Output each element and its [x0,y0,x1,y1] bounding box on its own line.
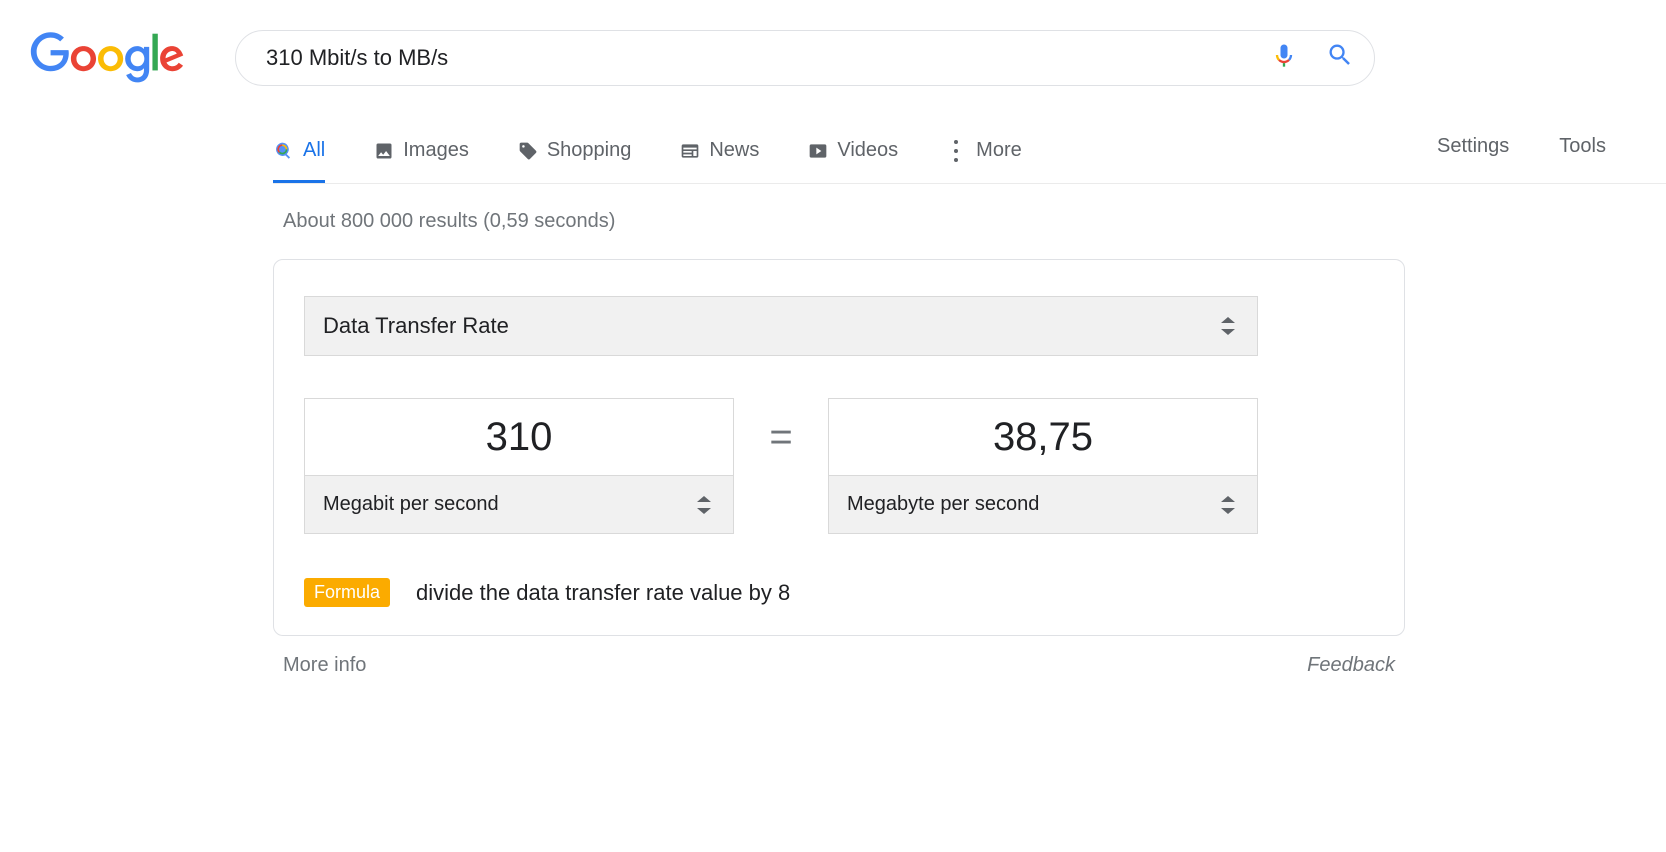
tab-news[interactable]: News [679,127,759,183]
images-icon [373,140,395,162]
tab-videos[interactable]: Videos [807,127,898,183]
videos-icon [807,140,829,162]
equals-sign: = [734,415,828,518]
converter-output-unit-label: Megabyte per second [847,493,1039,516]
chevron-updown-icon [1221,496,1235,514]
more-info-link[interactable]: More info [283,654,366,677]
chevron-updown-icon [1221,317,1235,335]
tab-images-label: Images [403,139,469,162]
settings-link[interactable]: Settings [1437,135,1509,158]
shopping-icon [517,140,539,162]
search-small-icon [273,140,295,162]
tab-all-label: All [303,139,325,162]
tools-link[interactable]: Tools [1559,135,1606,158]
microphone-icon[interactable] [1270,41,1298,74]
tab-more-label: More [976,139,1022,162]
tab-more[interactable]: More [946,127,1022,183]
formula-text: divide the data transfer rate value by 8 [416,580,790,606]
tab-images[interactable]: Images [373,127,469,183]
converter-output-value[interactable] [828,398,1258,476]
search-input[interactable] [266,45,1270,71]
search-icon[interactable] [1326,41,1354,74]
news-icon [679,140,701,162]
converter-input-unit-label: Megabit per second [323,493,499,516]
tab-shopping-label: Shopping [547,139,632,162]
tab-all[interactable]: All [273,127,325,183]
converter-output-unit-select[interactable]: Megabyte per second [828,476,1258,534]
search-box[interactable] [235,30,1375,86]
tab-news-label: News [709,139,759,162]
tab-videos-label: Videos [837,139,898,162]
google-logo[interactable] [30,26,185,89]
tab-shopping[interactable]: Shopping [517,127,632,183]
feedback-link[interactable]: Feedback [1307,654,1395,677]
converter-category-label: Data Transfer Rate [323,313,509,339]
converter-input-value[interactable] [304,398,734,476]
formula-badge: Formula [304,578,390,607]
converter-category-select[interactable]: Data Transfer Rate [304,296,1258,356]
result-stats: About 800 000 results (0,59 seconds) [283,210,1666,233]
unit-converter-card: Data Transfer Rate Megabit per second = … [273,259,1405,636]
chevron-updown-icon [697,496,711,514]
converter-input-unit-select[interactable]: Megabit per second [304,476,734,534]
more-dots-icon [946,140,968,162]
